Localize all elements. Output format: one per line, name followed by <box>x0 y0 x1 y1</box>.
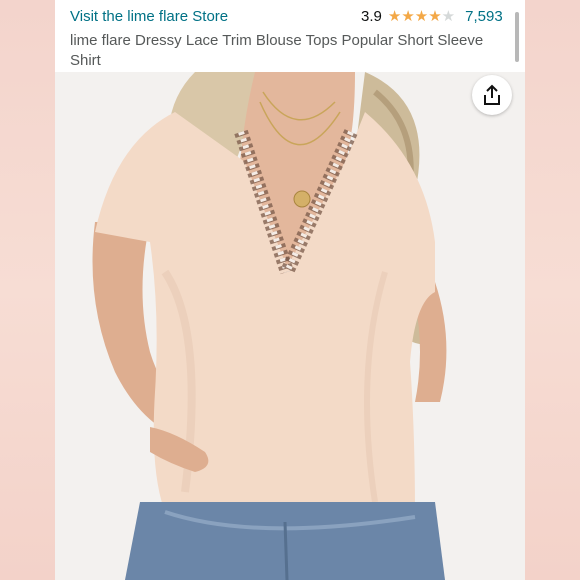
star-icon: ★ <box>387 8 402 25</box>
star-icon: ★ <box>441 8 456 25</box>
background-edge-right <box>525 0 580 580</box>
rating-summary[interactable]: 3.9 ★ ★ ★ ★ ★ 7,593 <box>361 8 503 25</box>
review-count[interactable]: 7,593 <box>465 8 503 25</box>
star-rating: ★ ★ ★ ★ ★ <box>388 9 455 24</box>
product-card: Visit the lime flare Store 3.9 ★ ★ ★ ★ ★… <box>55 0 525 580</box>
store-link[interactable]: Visit the lime flare Store <box>70 8 228 25</box>
product-photo <box>55 72 525 580</box>
share-button[interactable] <box>472 75 512 115</box>
product-title: lime flare Dressy Lace Trim Blouse Tops … <box>70 32 484 69</box>
share-icon <box>484 84 500 105</box>
product-image[interactable] <box>55 72 525 580</box>
star-icon: ★ <box>428 8 442 25</box>
star-icon: ★ <box>414 8 429 25</box>
background-edge-left <box>0 0 55 580</box>
product-header: Visit the lime flare Store 3.9 ★ ★ ★ ★ ★… <box>55 0 525 72</box>
star-icon: ★ <box>401 8 415 25</box>
scrollbar[interactable] <box>515 12 519 62</box>
rating-value: 3.9 <box>361 8 382 25</box>
